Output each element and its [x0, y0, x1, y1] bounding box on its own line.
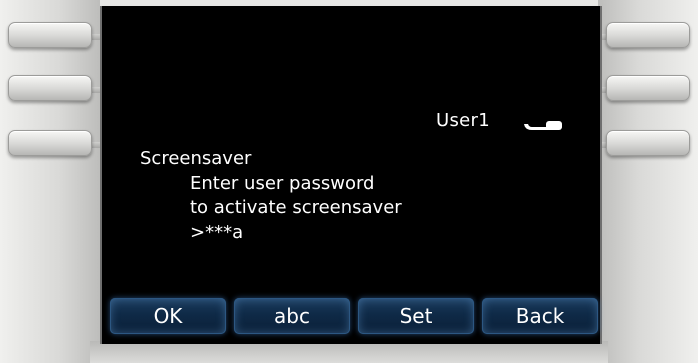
- prompt-instruction-2: to activate screensaver: [190, 197, 402, 218]
- bezel-left: [0, 0, 100, 363]
- phone-display: User1 Screensaver Enter user password to…: [100, 6, 602, 344]
- softkey-set[interactable]: Set: [358, 298, 474, 334]
- line-key-right-3[interactable]: [606, 130, 690, 156]
- prompt-instruction-1: Enter user password: [190, 173, 375, 194]
- softkey-bar: OK abc Set Back: [110, 298, 600, 338]
- password-input[interactable]: >***a: [190, 222, 243, 243]
- line-key-left-2[interactable]: [8, 75, 92, 101]
- bezel-right: [598, 0, 698, 363]
- handset-icon: [524, 121, 562, 130]
- bezel-bottom: [90, 341, 608, 363]
- softkey-abc[interactable]: abc: [234, 298, 350, 334]
- line-key-right-1[interactable]: [606, 22, 690, 48]
- line-key-left-1[interactable]: [8, 22, 92, 48]
- prompt-title: Screensaver: [140, 148, 252, 169]
- softkey-ok[interactable]: OK: [110, 298, 226, 334]
- line-key-left-3[interactable]: [8, 130, 92, 156]
- user-label: User1: [436, 110, 490, 131]
- line-key-right-2[interactable]: [606, 75, 690, 101]
- softkey-back[interactable]: Back: [482, 298, 598, 334]
